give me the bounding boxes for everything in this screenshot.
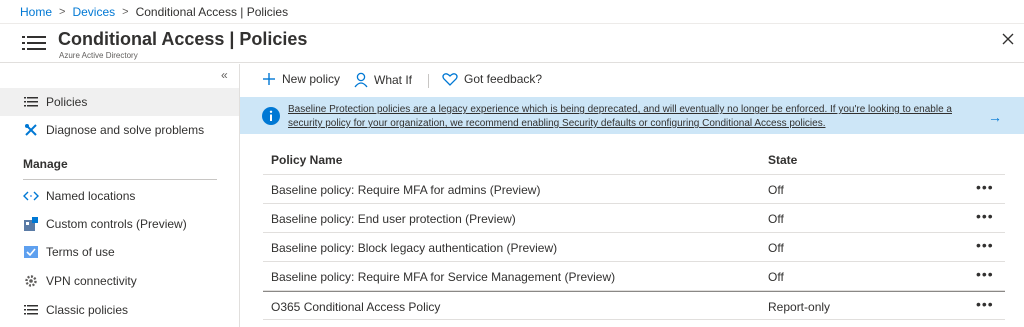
gear-icon [23,273,39,289]
breadcrumb-devices-link[interactable]: Devices [72,5,115,19]
policy-state: Off [768,241,784,255]
arrow-right-icon[interactable]: → [988,109,1002,125]
plus-icon [263,73,275,85]
page-title: Conditional Access | Policies [58,29,308,49]
policy-name[interactable]: Baseline policy: Block legacy authentica… [271,241,557,255]
page-subtitle: Azure Active Directory [59,51,138,60]
column-header-state[interactable]: State [768,153,797,167]
sidebar-item-vpn-connectivity[interactable]: VPN connectivity [0,267,239,295]
table-row[interactable]: Baseline policy: Require MFA for Service… [263,262,1005,291]
what-if-button[interactable]: What If [354,72,412,88]
breadcrumb-separator-icon: > [122,5,129,18]
new-policy-button[interactable]: New policy [262,72,340,86]
column-header-policy-name[interactable]: Policy Name [271,153,342,167]
policies-table: Policy Name State Baseline policy: Requi… [263,147,1005,320]
sidebar-item-label: Named locations [46,189,136,203]
list-icon [23,94,39,110]
toolbar-divider [428,74,429,88]
breadcrumb-home-link[interactable]: Home [20,5,52,19]
more-actions-icon[interactable]: ••• [976,208,994,224]
table-header: Policy Name State [263,147,1005,175]
close-icon[interactable] [1000,31,1016,47]
policy-name[interactable]: Baseline policy: Require MFA for admins … [271,183,540,197]
policy-name[interactable]: Baseline policy: End user protection (Pr… [271,212,516,226]
more-actions-icon[interactable]: ••• [976,296,994,312]
terms-icon [23,244,39,260]
feedback-button[interactable]: Got feedback? [442,72,542,86]
section-divider [23,179,217,180]
table-row[interactable]: O365 Conditional Access Policy Report-on… [263,291,1005,320]
section-title-manage: Manage [23,157,68,171]
policy-state: Off [768,270,784,284]
sidebar-item-policies[interactable]: Policies [0,88,239,116]
policy-state: Off [768,212,784,226]
blade-header: Conditional Access | Policies Azure Acti… [0,25,1024,63]
sidebar-item-label: Policies [46,95,88,109]
sidebar-item-diagnose[interactable]: Diagnose and solve problems [0,116,239,144]
breadcrumb-separator-icon: > [59,5,66,18]
table-row[interactable]: Baseline policy: Require MFA for admins … [263,175,1005,204]
info-icon [262,107,280,125]
collapse-sidebar-icon[interactable]: « [221,68,228,82]
sidebar-item-named-locations[interactable]: Named locations [0,182,239,210]
table-row[interactable]: Baseline policy: End user protection (Pr… [263,204,1005,233]
command-bar: New policy What If Got feedback? [240,64,1024,97]
policy-name[interactable]: Baseline policy: Require MFA for Service… [271,270,615,284]
info-banner: Baseline Protection policies are a legac… [240,97,1024,134]
tools-icon [23,122,39,138]
sidebar-item-terms-of-use[interactable]: Terms of use [0,238,239,266]
breadcrumb-current: Conditional Access | Policies [135,4,289,19]
list-icon [23,302,39,318]
breadcrumb: Home > Devices > Conditional Access | Po… [0,0,1024,24]
feedback-label: Got feedback? [464,72,543,86]
more-actions-icon[interactable]: ••• [976,266,994,282]
sidebar: « Policies Diagnose and solve problems M… [0,64,240,327]
sidebar-item-label: Diagnose and solve problems [46,123,205,137]
new-policy-label: New policy [282,72,341,86]
sidebar-item-label: Classic policies [46,303,129,317]
policy-state: Off [768,183,784,197]
what-if-label: What If [374,73,413,87]
list-icon [22,36,46,50]
table-row[interactable]: Baseline policy: Block legacy authentica… [263,233,1005,262]
more-actions-icon[interactable]: ••• [976,179,994,195]
sidebar-item-custom-controls[interactable]: Custom controls (Preview) [0,210,239,238]
named-locations-icon [23,188,39,204]
heart-icon [442,73,458,86]
policy-state: Report-only [768,300,831,314]
sidebar-item-label: Custom controls (Preview) [46,217,187,231]
user-icon [354,72,368,88]
policy-name[interactable]: O365 Conditional Access Policy [271,300,440,314]
sidebar-item-label: Terms of use [46,245,115,259]
banner-link[interactable]: Baseline Protection policies are a legac… [288,103,978,131]
custom-controls-icon [23,216,39,232]
sidebar-item-classic-policies[interactable]: Classic policies [0,296,239,324]
more-actions-icon[interactable]: ••• [976,237,994,253]
sidebar-item-label: VPN connectivity [46,274,137,288]
